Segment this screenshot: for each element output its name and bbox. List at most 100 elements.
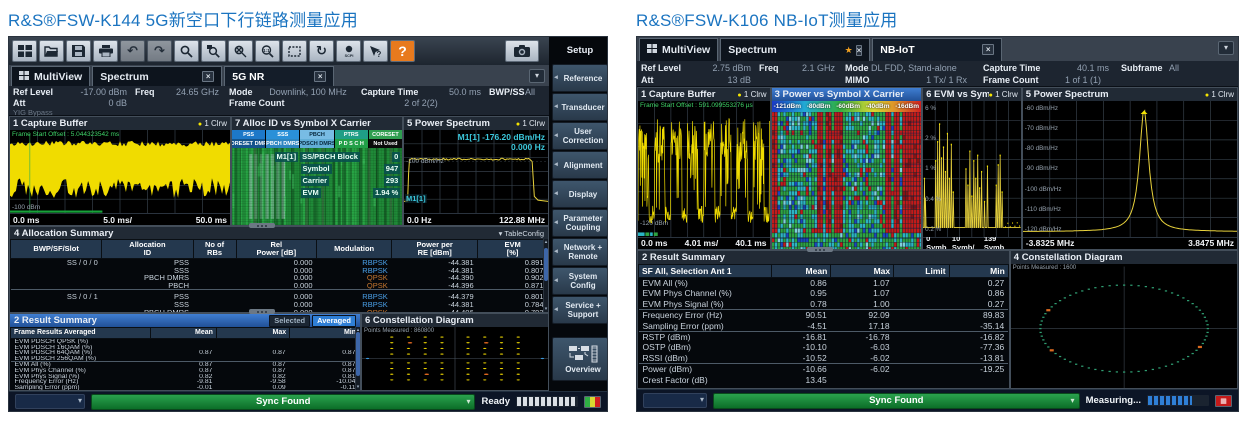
window-title[interactable]: 2 Result Summary	[638, 251, 1009, 264]
error-log-icon[interactable]: ▦	[1215, 395, 1232, 407]
softkey-user-correction[interactable]: ◀User Correction	[552, 122, 608, 150]
freq-value[interactable]: 24.65 GHz	[157, 87, 219, 98]
window-title[interactable]: 5 Power Spectrum ● 1 Clrw	[1023, 88, 1237, 101]
softkey-reference[interactable]: ◀Reference	[552, 64, 608, 92]
close-tab-icon[interactable]: ×	[202, 71, 214, 82]
softkey-system-config[interactable]: ◀System Config	[552, 267, 608, 295]
close-tab-icon[interactable]: ×	[856, 45, 863, 56]
softkey-display[interactable]: ◀Display	[552, 180, 608, 208]
averaged-button[interactable]: Averaged	[312, 315, 356, 327]
splitter-handle[interactable]	[249, 309, 275, 314]
zoom-multi-icon[interactable]	[201, 40, 226, 62]
refresh-icon[interactable]: ↻	[309, 40, 334, 62]
power-spectrum-plot[interactable]: -60 dBm/Hz-70 dBm/Hz-80 dBm/Hz-90 dBm/Hz…	[1023, 101, 1237, 237]
allocation-summary-window[interactable]: 4 Allocation Summary ▾ TableConfig BWP/S…	[9, 226, 549, 313]
status-dropdown[interactable]: ▾	[643, 393, 707, 408]
save-icon[interactable]	[66, 40, 91, 62]
capture-buffer-plot[interactable]: Frame Start Offset : 591.099553276 µs -1…	[638, 101, 770, 237]
capture-time-value[interactable]: 40.1 ms	[1061, 62, 1109, 74]
softkey-parameter-coupling[interactable]: ◀Parameter Coupling	[552, 209, 608, 237]
splitter-handle[interactable]	[249, 223, 275, 228]
mimo-value[interactable]: 1 Tx/ 1 Rx	[871, 74, 983, 86]
open-icon[interactable]	[39, 40, 64, 62]
system-message-icon[interactable]	[584, 396, 601, 408]
constellation-window[interactable]: 4 Constellation Diagram Points Measured …	[1010, 250, 1238, 389]
power-spectrum-plot[interactable]: M1[1] -176.20 dBm/Hz 0.000 Hz -100 dBm/H…	[404, 130, 548, 213]
constellation-plot[interactable]: Points Measured : 860800	[362, 327, 548, 390]
splitter-handle[interactable]	[807, 247, 833, 252]
window-title[interactable]: 3 Power vs Symbol X Carrier	[772, 88, 922, 101]
ref-level-value[interactable]: -17.00 dBm	[61, 87, 127, 98]
ref-level-value[interactable]: 2.75 dBm	[689, 62, 751, 74]
zoom-icon[interactable]	[174, 40, 199, 62]
bwp-ss-value[interactable]: All	[525, 87, 551, 98]
softkey-network-remote[interactable]: ◀Network + Remote	[552, 238, 608, 266]
power-vs-symbol-window[interactable]: 3 Power vs Symbol X Carrier -121dBm-80dB…	[771, 87, 923, 250]
power-vs-symbol-heatmap[interactable]	[772, 112, 922, 249]
result-summary-window[interactable]: 2 Result Summary SF All, Selection Ant 1…	[637, 250, 1010, 389]
power-spectrum-window[interactable]: 5 Power Spectrum ● 1 Clrw M1[1] -176.20 …	[403, 116, 549, 226]
selected-button[interactable]: Selected	[269, 315, 310, 327]
window-title[interactable]: 7 Alloc ID vs Symbol X Carrier	[232, 117, 402, 130]
freq-value[interactable]: 2.1 GHz	[781, 62, 835, 74]
subframe-value[interactable]: All	[1165, 62, 1234, 74]
power-spectrum-window[interactable]: 5 Power Spectrum ● 1 Clrw -60 dBm/Hz-70 …	[1022, 87, 1238, 250]
softkey-overview[interactable]: Overview	[552, 337, 608, 381]
select-window-icon[interactable]	[282, 40, 307, 62]
softkey-transducer[interactable]: ◀Transducer	[552, 93, 608, 121]
table-scrollbar[interactable]: ▴▾	[355, 327, 360, 390]
window-title[interactable]: 4 Constellation Diagram	[1011, 251, 1237, 264]
window-title[interactable]: 1 Capture Buffer ● 1 Clrw	[10, 117, 230, 130]
capture-time-value[interactable]: 50.0 ms	[437, 87, 481, 98]
sync-status-bar[interactable]: Sync Found▾	[713, 393, 1080, 409]
evm-vs-symbol-plot[interactable]: 6 %2 %1 %0.4 %0.2 %	[923, 101, 1021, 237]
tab-nb-iot[interactable]: NB-IoT ×	[872, 38, 1002, 61]
capture-buffer-plot[interactable]: Frame Start Offset : 5.044323542 ms -100…	[10, 130, 230, 213]
tab-spectrum[interactable]: Spectrum ★ ×	[720, 38, 870, 61]
tab-spectrum[interactable]: Spectrum ×	[92, 66, 222, 86]
mode-value[interactable]: DL FDD, Stand-alone	[871, 62, 983, 74]
window-title[interactable]: 6 EVM vs Symbol ● 1 Clrw	[923, 88, 1021, 101]
capture-buffer-window[interactable]: 1 Capture Buffer ● 1 Clrw Frame Start Of…	[9, 116, 231, 226]
status-dropdown[interactable]: ▾	[15, 394, 85, 409]
capture-buffer-window[interactable]: 1 Capture Buffer ● 1 Clrw Frame Start Of…	[637, 87, 771, 250]
tab-overflow-button[interactable]: ▾	[529, 69, 545, 83]
app-menu-icon[interactable]	[12, 40, 37, 62]
softkey-service-support[interactable]: ◀Service + Support	[552, 296, 608, 324]
screenshot-button[interactable]	[505, 40, 539, 62]
window-title[interactable]: 2 Result Summary Selected Averaged	[10, 314, 360, 327]
window-title[interactable]: 1 Capture Buffer ● 1 Clrw	[638, 88, 770, 101]
window-title[interactable]: 4 Allocation Summary ▾ TableConfig	[10, 227, 548, 239]
close-tab-icon[interactable]: ×	[982, 44, 994, 55]
zoom-1-1-icon[interactable]: 1:1	[255, 40, 280, 62]
tab-multiview[interactable]: MultiView	[11, 66, 90, 86]
att-value[interactable]: 13 dB	[689, 74, 751, 86]
close-tab-icon[interactable]: ×	[314, 71, 326, 82]
scpi-recorder-icon[interactable]: SCPI	[336, 40, 361, 62]
help-icon[interactable]: ?	[390, 40, 415, 62]
mode-value[interactable]: Downlink, 100 MHz	[255, 87, 361, 98]
toolbar-toggle-button[interactable]: ▾	[1218, 41, 1234, 55]
softkey-alignment[interactable]: ◀Alignment	[552, 151, 608, 179]
tab-5g-nr[interactable]: 5G NR ×	[224, 66, 334, 86]
window-title[interactable]: 5 Power Spectrum ● 1 Clrw	[404, 117, 548, 130]
undo-icon[interactable]: ↶	[120, 40, 145, 62]
frame-count-value[interactable]: 1 of 1 (1)	[1061, 74, 1165, 86]
window-title[interactable]: 6 Constellation Diagram	[362, 314, 548, 327]
table-config-button[interactable]: ▾ TableConfig	[499, 229, 544, 238]
table-scrollbar[interactable]: ▴▾	[543, 239, 548, 312]
alloc-id-window[interactable]: 7 Alloc ID vs Symbol X Carrier PSSSSSPBC…	[231, 116, 403, 226]
tab-multiview[interactable]: MultiView	[639, 38, 718, 61]
constellation-window[interactable]: 6 Constellation Diagram Points Measured …	[361, 313, 549, 391]
alloc-id-plot[interactable]: M1[1]SS/PBCH Block0 Symbol947 Carrier293…	[232, 148, 402, 225]
print-icon[interactable]	[93, 40, 118, 62]
sync-status-bar[interactable]: Sync Found▾	[91, 394, 475, 410]
frame-count-value[interactable]: 2 of 2(2)	[361, 98, 481, 109]
zoom-off-icon[interactable]	[228, 40, 253, 62]
att-value[interactable]: 0 dB	[61, 98, 127, 109]
result-summary-window[interactable]: 2 Result Summary Selected Averaged Frame…	[9, 313, 361, 391]
constellation-plot[interactable]: Points Measured : 1600	[1011, 264, 1237, 388]
evm-vs-symbol-window[interactable]: 6 EVM vs Symbol ● 1 Clrw 6 %2 %1 %0.4 %0…	[922, 87, 1022, 250]
context-help-icon[interactable]: ?	[363, 40, 388, 62]
redo-icon[interactable]: ↷	[147, 40, 172, 62]
